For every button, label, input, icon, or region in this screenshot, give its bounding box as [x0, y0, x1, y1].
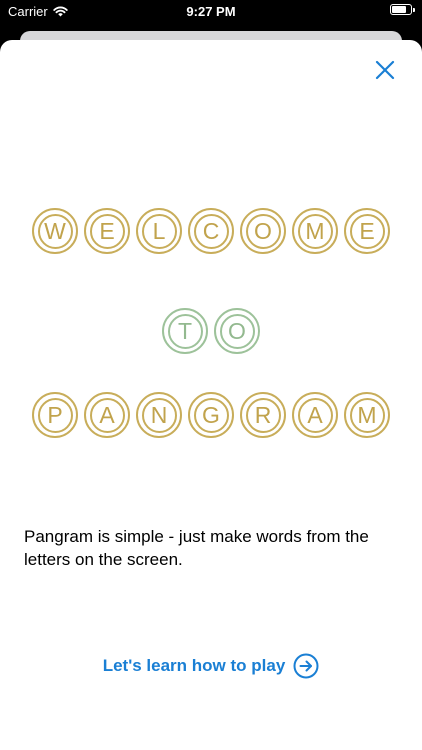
letter-tile: A	[292, 392, 338, 438]
letter-label: E	[89, 213, 125, 249]
letter-label: A	[297, 397, 333, 433]
letter-label: R	[245, 397, 281, 433]
letter-tile: M	[292, 208, 338, 254]
letter-tile: L	[136, 208, 182, 254]
modal-sheet: WELCOMETOPANGRAM Pangram is simple - jus…	[0, 40, 422, 750]
battery-icon	[390, 4, 415, 15]
letter-tile: A	[84, 392, 130, 438]
letter-label: O	[245, 213, 281, 249]
letter-tile: C	[188, 208, 234, 254]
letter-label: M	[349, 397, 385, 433]
letter-tile: P	[32, 392, 78, 438]
letter-label: W	[37, 213, 73, 249]
letter-label: E	[349, 213, 385, 249]
letter-tile: R	[240, 392, 286, 438]
letter-tile: O	[214, 308, 260, 354]
letter-label: T	[167, 313, 203, 349]
status-right	[390, 4, 415, 15]
letter-tile: M	[344, 392, 390, 438]
title-row-3: PANGRAM	[0, 392, 422, 438]
letter-tile: N	[136, 392, 182, 438]
letter-tile: W	[32, 208, 78, 254]
battery-fill	[392, 6, 406, 13]
letter-tile: E	[84, 208, 130, 254]
status-time: 9:27 PM	[186, 4, 236, 19]
letter-label: O	[219, 313, 255, 349]
title-row-2: TO	[0, 308, 422, 354]
letter-label: M	[297, 213, 333, 249]
letter-tile: E	[344, 208, 390, 254]
status-bar: Carrier 9:27 PM	[0, 0, 422, 24]
arrow-right-circle-icon	[293, 653, 319, 679]
learn-to-play-label: Let's learn how to play	[102, 656, 286, 675]
letter-label: G	[193, 397, 229, 433]
close-button[interactable]	[372, 57, 398, 83]
letter-tile: O	[240, 208, 286, 254]
description-text: Pangram is simple - just make words from…	[24, 527, 369, 569]
letter-label: P	[37, 397, 73, 433]
letter-tile: T	[162, 308, 208, 354]
letter-tile: G	[188, 392, 234, 438]
letter-label: N	[141, 397, 177, 433]
letter-label: L	[141, 213, 177, 249]
letter-label: C	[193, 213, 229, 249]
close-icon	[375, 60, 395, 80]
letter-label: A	[89, 397, 125, 433]
title-row-1: WELCOME	[0, 208, 422, 254]
learn-to-play-button[interactable]: Let's learn how to play	[0, 653, 422, 679]
